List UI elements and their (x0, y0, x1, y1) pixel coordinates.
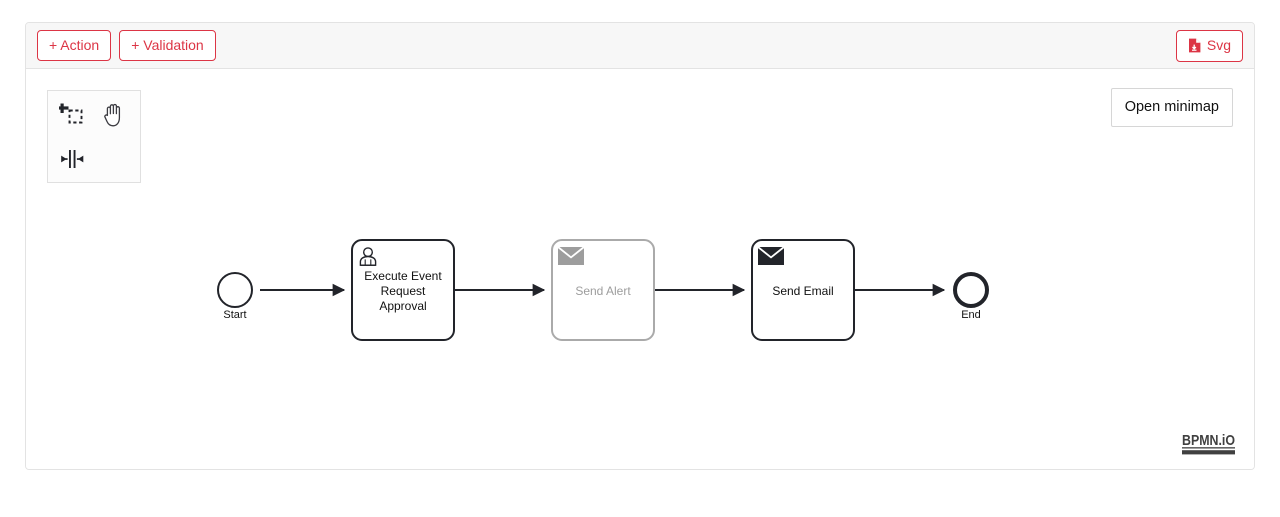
send-task-alert-label: Send Alert (575, 284, 631, 298)
send-task-send-email[interactable]: Send Email (752, 240, 854, 340)
send-task-send-alert[interactable]: Send Alert (552, 240, 654, 340)
envelope-icon (758, 247, 784, 265)
export-svg-button[interactable]: Svg (1176, 30, 1243, 62)
svg-text:BPMN.iO: BPMN.iO (1182, 432, 1235, 449)
bpmn-io-wordmark: BPMN.iO (1182, 430, 1236, 457)
bpmn-editor-panel: + Action + Validation Svg (25, 22, 1255, 470)
bpmn-diagram[interactable]: Start Execute Event Request Approval (26, 69, 1254, 469)
user-task-label-line-3: Approval (379, 299, 426, 313)
user-task-label-line-2: Request (381, 284, 426, 298)
start-event[interactable]: Start (218, 273, 252, 321)
start-event-label: Start (223, 309, 246, 321)
send-task-email-label: Send Email (772, 284, 833, 298)
bpmn-io-logo[interactable]: BPMN.iO (1182, 430, 1236, 457)
end-event-label: End (961, 309, 981, 321)
user-task-approval[interactable]: Execute Event Request Approval (352, 240, 454, 340)
file-download-icon (1188, 38, 1201, 53)
export-svg-label: Svg (1207, 38, 1231, 52)
toolbar-left-group: + Action + Validation (37, 30, 216, 61)
user-task-label-line-1: Execute Event (364, 269, 442, 283)
editor-toolbar: + Action + Validation Svg (26, 23, 1254, 69)
add-action-button[interactable]: + Action (37, 30, 111, 61)
toolbar-right-group: Svg (1176, 30, 1243, 62)
envelope-icon (558, 247, 584, 265)
end-event[interactable]: End (955, 274, 987, 321)
bpmn-canvas[interactable]: Open minimap Start (26, 69, 1254, 469)
add-validation-button[interactable]: + Validation (119, 30, 216, 61)
